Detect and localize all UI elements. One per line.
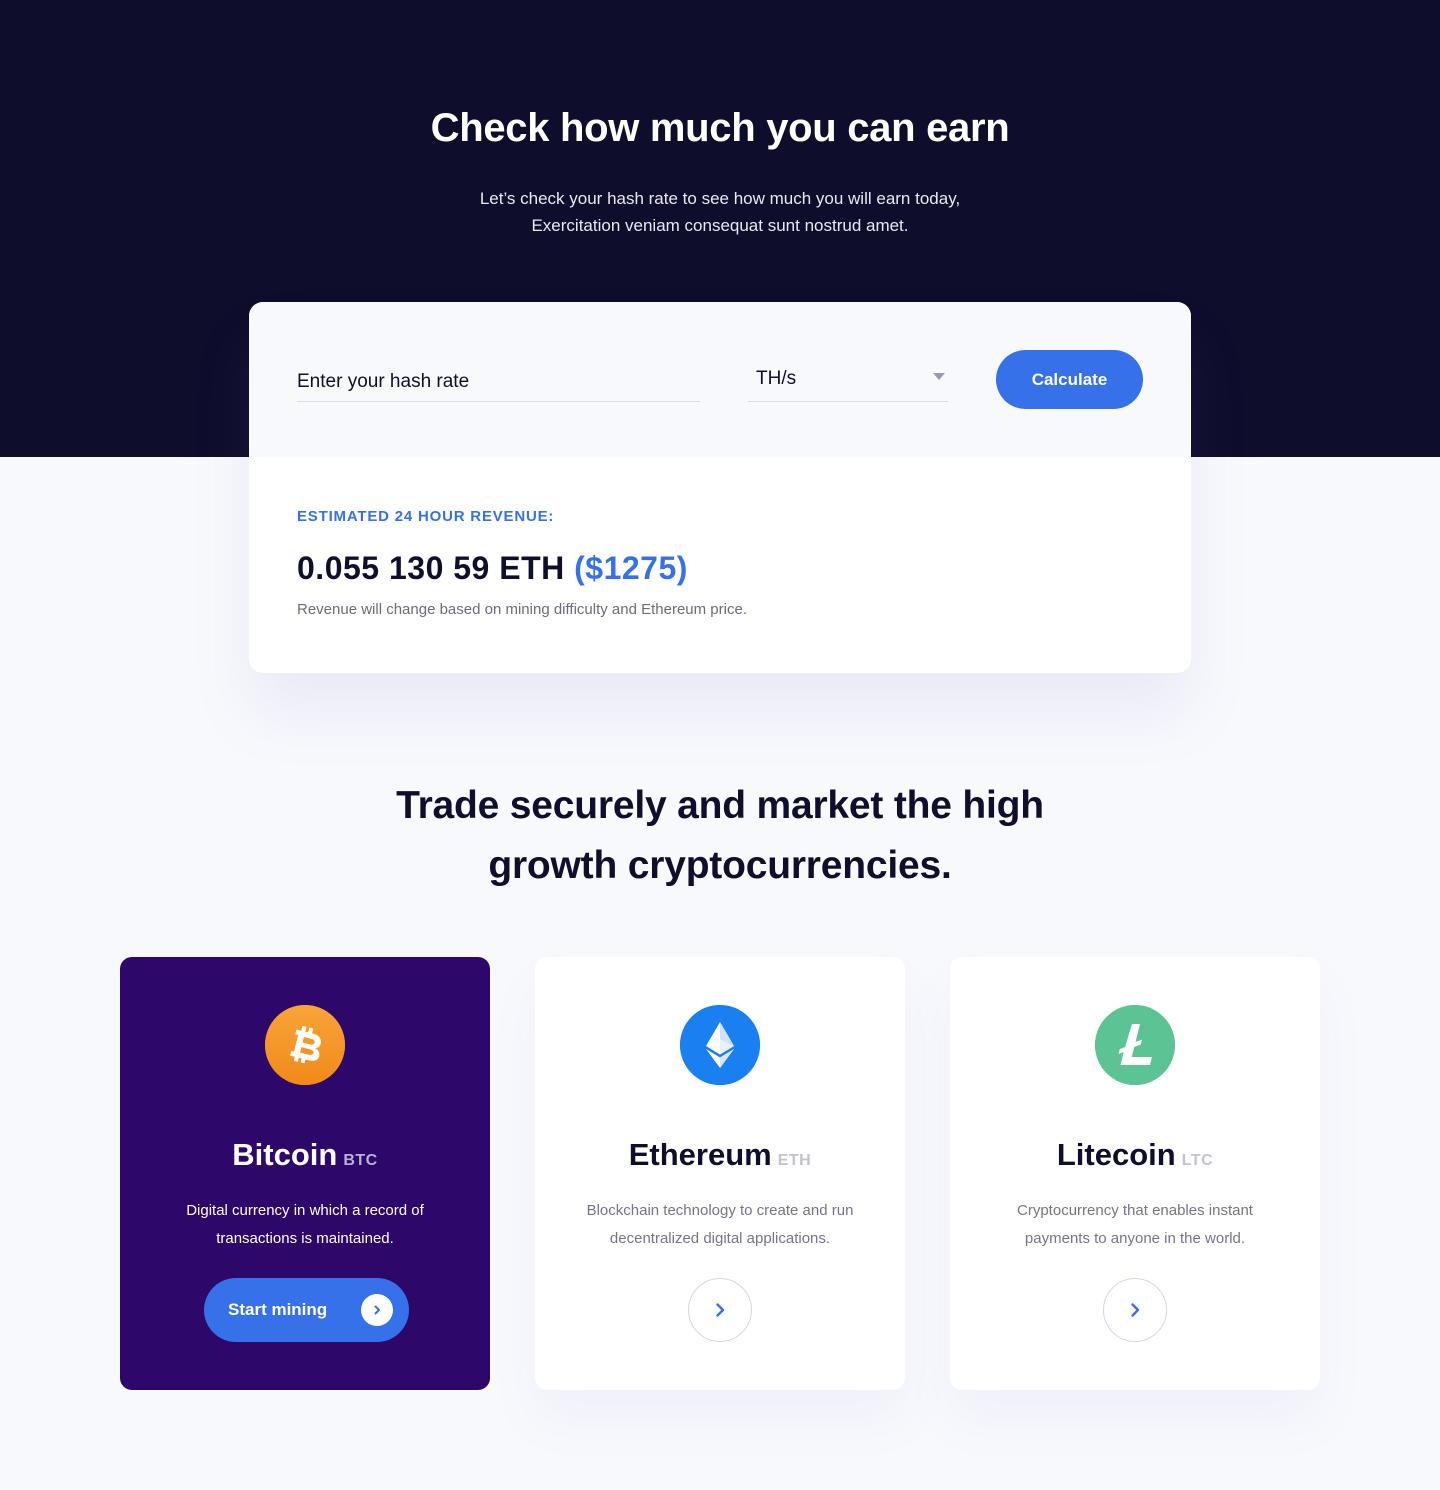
litecoin-glyph	[1095, 1005, 1175, 1085]
coin-name: Bitcoin	[232, 1137, 338, 1172]
hero-subtitle: Let’s check your hash rate to see how mu…	[0, 185, 1440, 239]
coin-name: Litecoin	[1056, 1137, 1176, 1172]
coin-description: Digital currency in which a record of tr…	[140, 1197, 470, 1253]
hero-subtitle-line: Let’s check your hash rate to see how mu…	[479, 189, 961, 208]
coin-ticker: BTC	[343, 1152, 378, 1169]
coin-description-line: Blockchain technology to create and run	[586, 1202, 854, 1219]
coin-description-line: Digital currency in which a record of	[186, 1202, 424, 1219]
coin-description-line: payments to anyone in the world.	[1024, 1230, 1246, 1247]
chevron-right-icon	[361, 1294, 393, 1326]
coin-ticker: LTC	[1181, 1152, 1214, 1169]
coin-title: Litecoin LTC	[950, 1137, 1320, 1173]
coin-description-line: decentralized digital applications.	[609, 1230, 831, 1247]
bitcoin-icon	[265, 1005, 345, 1085]
litecoin-icon	[1095, 1005, 1175, 1085]
revenue-eth: 0.055 130 59 ETH	[297, 550, 565, 586]
section-title-line: Trade securely and market the high	[396, 784, 1044, 827]
coin-description-line: Cryptocurrency that enables instant	[1017, 1202, 1253, 1219]
hero-title: Check how much you can earn	[430, 106, 1010, 150]
hero-subtitle-line: Exercitation veniam consequat sunt nostr…	[531, 216, 909, 235]
ethereum-glyph	[680, 1005, 760, 1085]
revenue-note: Revenue will change based on mining diff…	[297, 601, 747, 618]
ethereum-arrow-button[interactable]	[688, 1278, 752, 1342]
ethereum-icon	[680, 1005, 760, 1085]
unit-select[interactable]: TH/s	[748, 362, 948, 402]
coin-description: Cryptocurrency that enables instant paym…	[970, 1197, 1300, 1253]
coin-title: Bitcoin BTC	[120, 1137, 490, 1173]
calculator-form: TH/s Calculate	[249, 302, 1191, 457]
coin-description-line: transactions is maintained.	[216, 1230, 394, 1247]
coin-card-ethereum: Ethereum ETH Blockchain technology to cre…	[535, 957, 905, 1390]
coin-name: Ethereum	[628, 1137, 772, 1172]
coin-ticker: ETH	[777, 1152, 812, 1169]
section-title: Trade securely and market the high growt…	[0, 776, 1440, 896]
calculate-button[interactable]: Calculate	[996, 350, 1143, 409]
revenue-usd: ($1275)	[574, 550, 688, 586]
coin-description: Blockchain technology to create and run …	[555, 1197, 885, 1253]
chevron-right-icon	[1131, 1303, 1140, 1317]
coin-title: Ethereum ETH	[535, 1137, 905, 1173]
unit-select-value: TH/s	[756, 368, 797, 389]
hash-rate-input[interactable]	[297, 362, 700, 402]
bitcoin-glyph	[265, 1005, 345, 1085]
revenue-label: ESTIMATED 24 HOUR REVENUE:	[297, 508, 555, 525]
caret-down-icon	[933, 373, 945, 380]
section-title-line: growth cryptocurrencies.	[488, 844, 952, 887]
start-mining-button[interactable]: Start mining	[204, 1278, 409, 1342]
litecoin-arrow-button[interactable]	[1103, 1278, 1167, 1342]
chevron-right-icon	[716, 1303, 725, 1317]
coin-card-litecoin: Litecoin LTC Cryptocurrency that enables …	[950, 957, 1320, 1390]
calculator-card: TH/s Calculate ESTIMATED 24 HOUR REVENUE…	[249, 302, 1191, 673]
start-mining-label: Start mining	[228, 1300, 328, 1319]
revenue-value: 0.055 130 59 ETH ($1275)	[297, 550, 688, 587]
coin-card-bitcoin: Bitcoin BTC Digital currency in which a r…	[120, 957, 490, 1390]
